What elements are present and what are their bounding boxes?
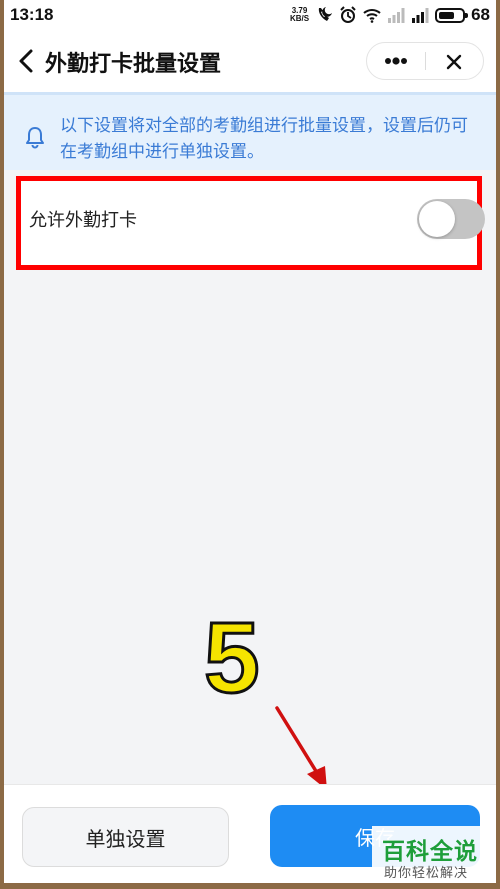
battery-percent: 68 (471, 5, 490, 24)
watermark-sub-text: 助你轻松解决 (384, 865, 469, 880)
status-icons: 3.79 KB/S 68 (290, 4, 490, 26)
toggle-knob (419, 201, 455, 237)
setting-row-allow-field-checkin: 允许外勤打卡 (16, 176, 485, 270)
status-bar: 13:18 3.79 KB/S 68 (4, 0, 496, 30)
watermark-logo: 百科全说 助你轻松解决 (372, 826, 496, 883)
status-time: 13:18 (10, 5, 54, 24)
back-arrow-icon[interactable] (12, 46, 42, 76)
step-number-annotation: 5 (203, 602, 262, 714)
signal-icon-empty (388, 8, 405, 23)
nav-bar: 外勤打卡批量设置 (4, 30, 496, 92)
phone-moon-icon (318, 7, 333, 21)
capsule-divider (425, 52, 426, 70)
signal-icon (412, 8, 429, 23)
page-title: 外勤打卡批量设置 (45, 51, 222, 76)
more-dots-icon[interactable] (381, 50, 411, 72)
phone-screen: 13:18 3.79 KB/S 68 外勤打卡批量设置 以下设置将对全部的考勤组… (4, 0, 496, 883)
notice-text: 以下设置将对全部的考勤组进行批量设置，设置后仍可在考勤组中进行单独设置。 (60, 116, 468, 161)
individual-settings-button[interactable]: 单独设置 (22, 807, 229, 867)
wifi-icon (363, 9, 381, 23)
battery-level (439, 11, 455, 19)
network-speed: 3.79 KB/S (290, 7, 309, 23)
setting-label: 允许外勤打卡 (29, 210, 137, 230)
alarm-icon (340, 6, 356, 23)
watermark-main-text: 百科全说 (382, 838, 478, 864)
notice-banner: 以下设置将对全部的考勤组进行批量设置，设置后仍可在考勤组中进行单独设置。 (4, 92, 496, 170)
miniprogram-capsule (366, 42, 484, 80)
red-arrow-annotation-icon (275, 706, 327, 790)
network-speed-unit: KB/S (289, 14, 310, 23)
close-icon[interactable] (443, 51, 465, 73)
bell-icon (26, 127, 44, 149)
battery-icon (435, 7, 469, 23)
allow-field-checkin-toggle[interactable] (417, 199, 485, 239)
